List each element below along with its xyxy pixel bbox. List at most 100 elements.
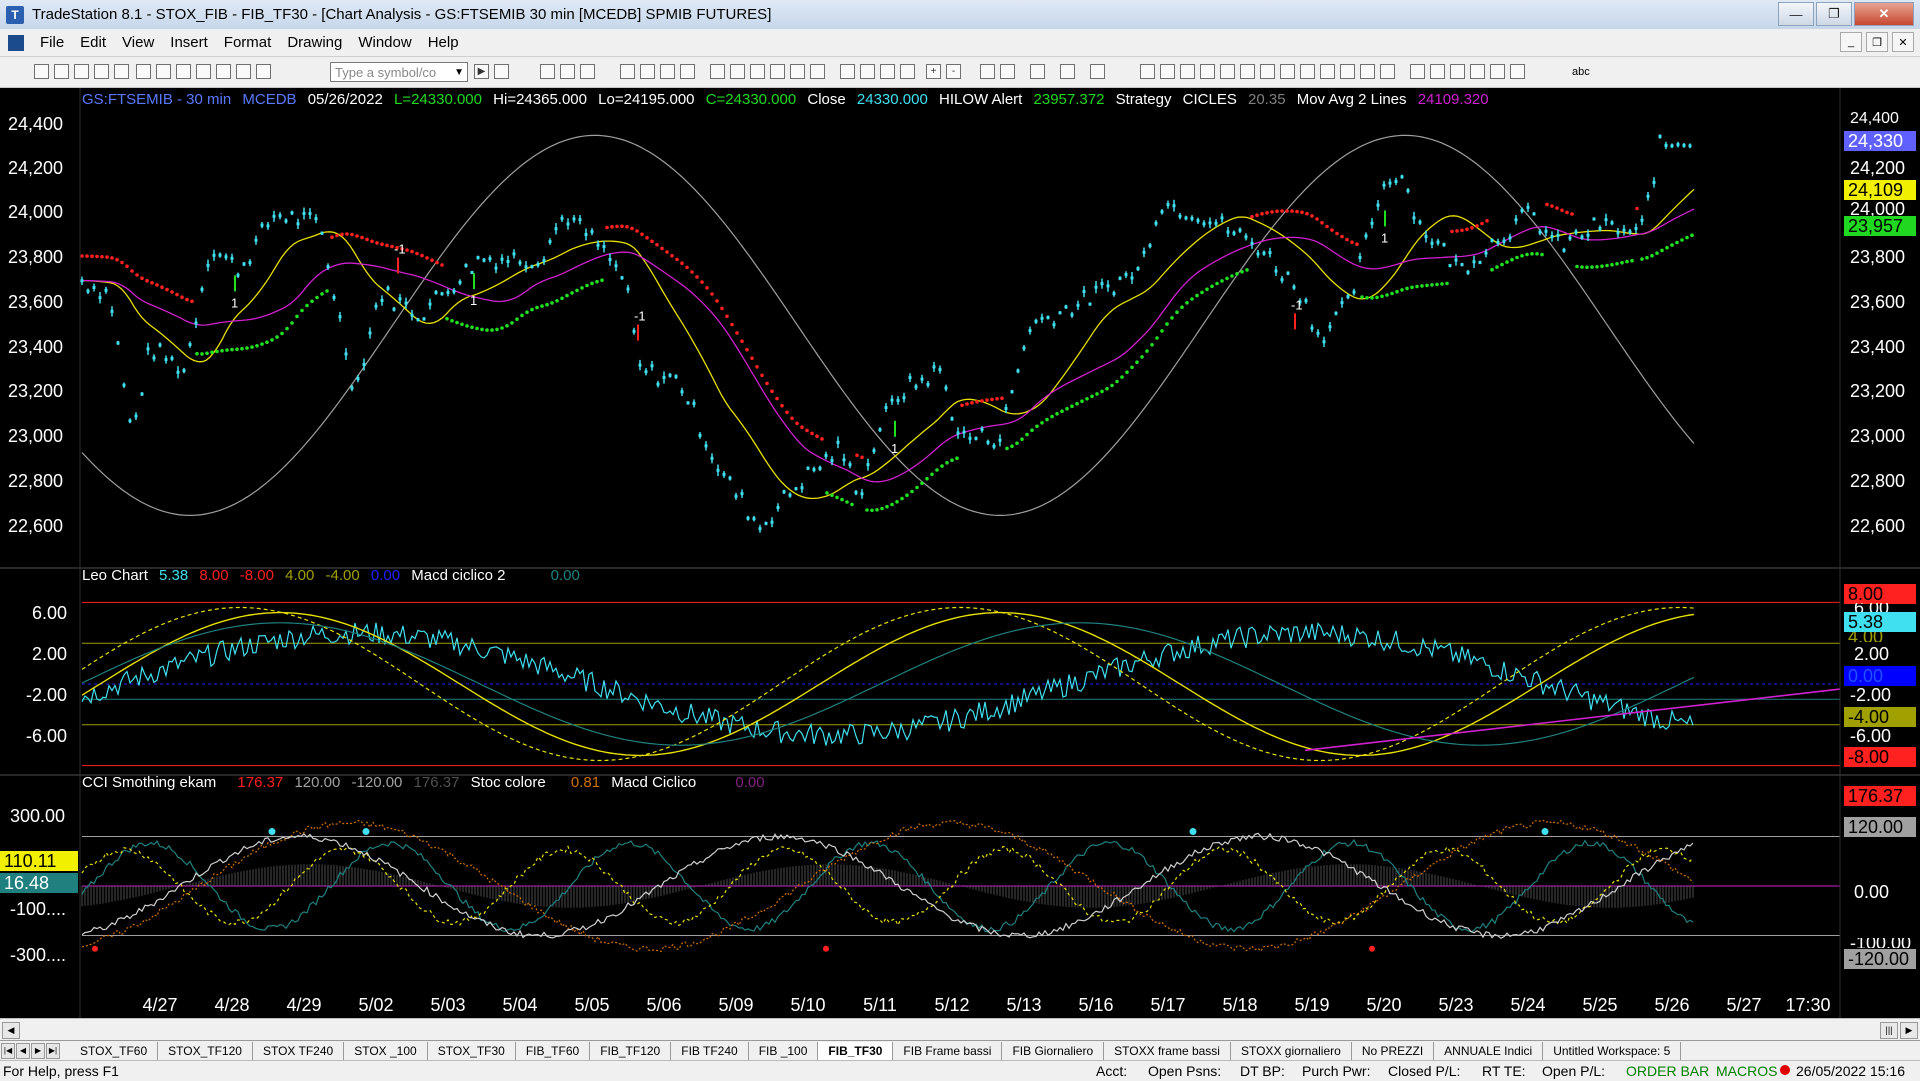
tab-untitled-workspace-5[interactable]: Untitled Workspace: 5 xyxy=(1543,1042,1682,1060)
print-preview-icon[interactable] xyxy=(156,64,171,79)
order-bar-button[interactable]: ORDER BAR xyxy=(1626,1063,1709,1079)
arrow-up-icon[interactable] xyxy=(1450,64,1465,79)
tab-stoxx-frame-bassi[interactable]: STOXX frame bassi xyxy=(1104,1042,1231,1060)
tab-fib-giornaliero[interactable]: FIB Giornaliero xyxy=(1002,1042,1105,1060)
trendline-icon[interactable] xyxy=(1140,64,1155,79)
undo-icon[interactable] xyxy=(236,64,251,79)
tab-fib-tf30[interactable]: FIB_TF30 xyxy=(818,1042,894,1060)
gann-fan-icon[interactable] xyxy=(1220,64,1235,79)
tab-fib-tf60[interactable]: FIB_TF60 xyxy=(516,1042,591,1060)
portfolio-icon[interactable] xyxy=(640,64,655,79)
tab-stox-tf240[interactable]: STOX TF240 xyxy=(253,1042,345,1060)
chart-analysis-area[interactable]: 1 -1 1 -1 1 1 -1 xyxy=(0,88,1920,1018)
speed-lines-icon[interactable] xyxy=(1240,64,1255,79)
fib-retracement-icon[interactable] xyxy=(1200,64,1215,79)
compress-icon[interactable] xyxy=(880,64,895,79)
menu-window[interactable]: Window xyxy=(350,34,419,51)
mdi-restore-button[interactable]: ❐ xyxy=(1866,32,1888,52)
cut-icon[interactable] xyxy=(176,64,191,79)
menu-view[interactable]: View xyxy=(114,34,162,51)
tab-stox-tf30[interactable]: STOX_TF30 xyxy=(428,1042,516,1060)
text-tool-icon[interactable]: abc xyxy=(1572,66,1590,78)
folder-icon[interactable] xyxy=(114,64,129,79)
tab-stoxx-giornaliero[interactable]: STOXX giornaliero xyxy=(1231,1042,1352,1060)
horizontal-arrow-icon[interactable] xyxy=(1300,64,1315,79)
tab-first-icon[interactable]: |◀ xyxy=(1,1043,15,1059)
close-button[interactable]: ✕ xyxy=(1854,2,1914,26)
tab-fib-frame-bassi[interactable]: FIB Frame bassi xyxy=(893,1042,1003,1060)
tab-stox-tf60[interactable]: STOX_TF60 xyxy=(70,1042,159,1060)
zoom-out-icon[interactable]: - xyxy=(946,64,961,79)
expand-icon[interactable] xyxy=(900,64,915,79)
arrow-down-icon[interactable] xyxy=(1430,64,1445,79)
tab-next-icon[interactable]: ▶ xyxy=(31,1043,45,1059)
macros-button[interactable]: MACROS xyxy=(1716,1063,1777,1079)
menu-insert[interactable]: Insert xyxy=(162,34,216,51)
copy-icon[interactable] xyxy=(196,64,211,79)
optimize-icon[interactable] xyxy=(680,64,695,79)
tab-annuale-indici[interactable]: ANNUALE Indici xyxy=(1434,1042,1544,1060)
scanner-icon[interactable] xyxy=(620,64,635,79)
scroll-right-arrow-icon[interactable]: ▶ xyxy=(1900,1022,1918,1039)
line-chart-icon[interactable] xyxy=(790,64,805,79)
arc-icon[interactable] xyxy=(1340,64,1355,79)
strategy-icon[interactable] xyxy=(660,64,675,79)
horizontal-scrollbar[interactable]: ◀ ||| ▶ xyxy=(0,1018,1920,1041)
radar-screen-icon[interactable] xyxy=(560,64,575,79)
freehand-icon[interactable] xyxy=(1380,64,1395,79)
scroll-left-arrow-icon[interactable]: ◀ xyxy=(2,1022,20,1039)
alerts-icon[interactable] xyxy=(710,64,725,79)
menu-help[interactable]: Help xyxy=(420,34,467,51)
matrix-icon[interactable] xyxy=(580,64,595,79)
chevron-down-icon[interactable]: ▼ xyxy=(454,63,464,83)
print-icon[interactable] xyxy=(136,64,151,79)
menu-drawing[interactable]: Drawing xyxy=(279,34,350,51)
scroll-left-icon[interactable] xyxy=(840,64,855,79)
tab-last-icon[interactable]: ▶| xyxy=(46,1043,60,1059)
order-bar-icon[interactable] xyxy=(1060,64,1075,79)
point-figure-icon[interactable] xyxy=(810,64,825,79)
mdi-close-button[interactable]: ✕ xyxy=(1892,32,1914,52)
chart-analysis-icon[interactable] xyxy=(540,64,555,79)
tab-stox-tf120[interactable]: STOX_TF120 xyxy=(158,1042,253,1060)
ellipse-icon[interactable] xyxy=(1470,64,1485,79)
vertical-lines-icon[interactable] xyxy=(1160,64,1175,79)
rectangle-icon[interactable] xyxy=(1510,64,1525,79)
pointer-icon[interactable] xyxy=(980,64,995,79)
menu-file[interactable]: File xyxy=(32,34,72,51)
minimize-button[interactable]: — xyxy=(1778,2,1814,26)
menu-edit[interactable]: Edit xyxy=(72,34,114,51)
horizontal-lines-icon[interactable] xyxy=(1180,64,1195,79)
tab-no-prezzi[interactable]: No PREZZI xyxy=(1352,1042,1435,1060)
cycle-lines-icon[interactable] xyxy=(1360,64,1375,79)
regression-channel-icon[interactable] xyxy=(1280,64,1295,79)
maximize-button[interactable]: ❐ xyxy=(1816,2,1852,26)
redo-icon[interactable] xyxy=(256,64,271,79)
tab-fib-tf240[interactable]: FIB TF240 xyxy=(671,1042,749,1060)
settings-icon[interactable] xyxy=(1030,64,1045,79)
workspace-icon[interactable] xyxy=(74,64,89,79)
camera-icon[interactable] xyxy=(1090,64,1105,79)
scroll-right-icon[interactable] xyxy=(860,64,875,79)
tab-fib-tf120[interactable]: FIB_TF120 xyxy=(590,1042,672,1060)
scrollbar-thumb[interactable]: ||| xyxy=(1880,1022,1898,1039)
save-icon[interactable] xyxy=(94,64,109,79)
open-icon[interactable] xyxy=(54,64,69,79)
andrews-pitchfork-icon[interactable] xyxy=(1260,64,1275,79)
menu-format[interactable]: Format xyxy=(216,34,280,51)
symbol-lookup-icon[interactable] xyxy=(494,64,509,79)
go-arrow-icon[interactable]: ▶ xyxy=(474,64,489,79)
paste-icon[interactable] xyxy=(216,64,231,79)
chart-window-icon[interactable] xyxy=(8,34,24,51)
zoom-in-icon[interactable]: + xyxy=(926,64,941,79)
tab-prev-icon[interactable]: ◀ xyxy=(16,1043,30,1059)
mdi-minimize-button[interactable]: _ xyxy=(1840,32,1862,52)
new-icon[interactable] xyxy=(34,64,49,79)
candle-icon[interactable] xyxy=(770,64,785,79)
parallel-lines-icon[interactable] xyxy=(1320,64,1335,79)
symbol-input[interactable]: Type a symbol/co ▼ xyxy=(330,62,468,82)
tab-fib-100[interactable]: FIB _100 xyxy=(749,1042,819,1060)
curve-icon[interactable] xyxy=(1410,64,1425,79)
bar-chart-icon[interactable] xyxy=(750,64,765,79)
circle-icon[interactable] xyxy=(1490,64,1505,79)
